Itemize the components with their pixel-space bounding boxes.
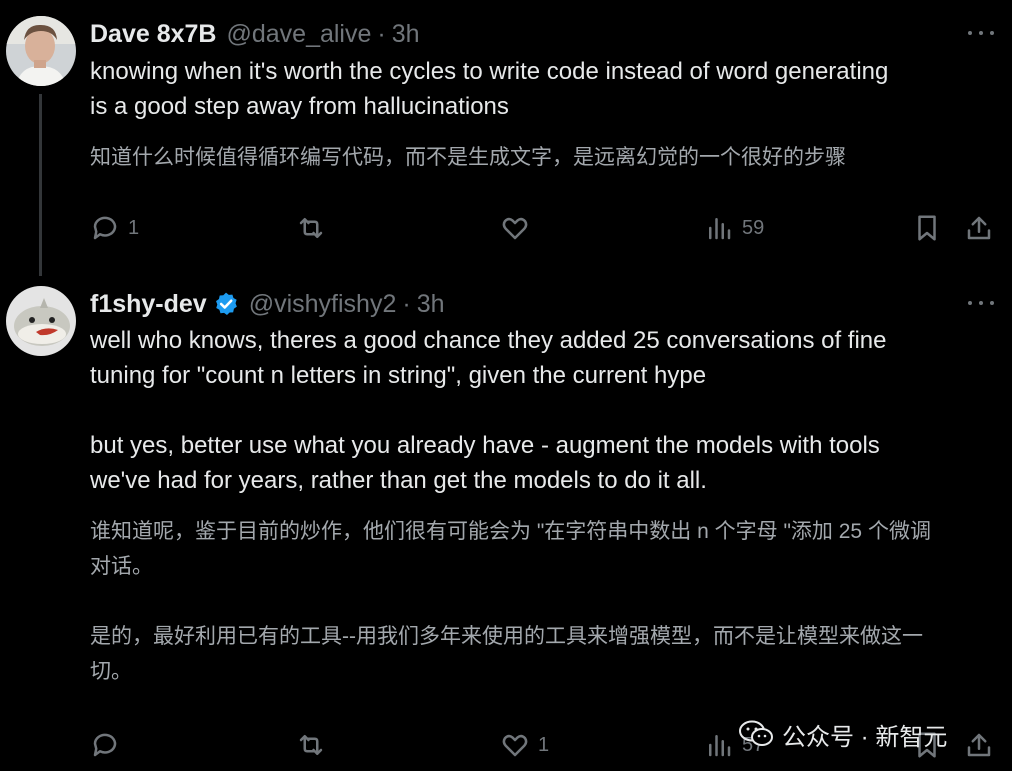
display-name[interactable]: f1shy-dev [90,290,207,319]
watermark: 公众号 · 新智元 [738,714,947,754]
translation-line: 切。 [90,660,132,683]
reply-icon [93,733,117,757]
heart-icon [502,734,528,757]
timestamp[interactable]: 3h [392,20,420,49]
views-count: 59 [742,216,765,239]
translation-line: 对话。 [90,555,153,578]
text-line: tuning for "count n letters in string", … [90,362,707,389]
display-name[interactable]: Dave 8x7B [90,20,216,49]
verified-badge-icon [213,291,239,317]
like-button[interactable] [500,208,538,248]
wechat-icon [739,720,773,746]
share-icon [967,733,991,757]
avatar[interactable] [6,16,76,86]
watermark-text: 公众号 · 新智元 [782,723,948,751]
share-button[interactable] [964,725,994,765]
bookmark-icon [918,215,936,241]
separator: · [377,19,386,48]
reply-button[interactable] [90,725,128,765]
translation-line [90,584,1002,619]
text-line: well who knows, theres a good chance the… [90,327,887,354]
user-handle[interactable]: @dave_alive [226,20,371,49]
views-icon [709,735,731,757]
reply-icon [93,216,117,240]
share-button[interactable] [964,208,994,248]
views-icon [709,218,731,240]
tweet-header: f1shy-dev @vishyfishy2 · 3h [90,288,445,320]
text-line: we've had for years, rather than get the… [90,467,707,494]
retweet-button[interactable] [296,208,334,248]
views-button[interactable]: 59 [704,208,764,248]
text-line [90,393,1002,428]
timestamp[interactable]: 3h [417,290,445,319]
user-handle[interactable]: @vishyfishy2 [249,290,397,319]
text-line: knowing when it's worth the cycles to wr… [90,58,889,85]
share-icon [967,216,991,240]
text-line: is a good step away from hallucinations [90,93,509,120]
separator: · [402,289,411,318]
more-options-icon[interactable] [968,26,994,40]
heart-icon [502,217,528,240]
retweet-button[interactable] [296,725,334,765]
translation-text: 谁知道呢，鉴于目前的炒作，他们很有可能会为 "在字符串中数出 n 个字母 "添加… [90,514,1002,689]
like-count: 1 [538,733,550,756]
more-options-icon[interactable] [968,296,994,310]
translation-line: 知道什么时候值得循环编写代码，而不是生成文字，是远离幻觉的一个很好的步骤 [90,146,846,169]
tweet-header: Dave 8x7B @dave_alive · 3h [90,18,420,50]
tweet-text: knowing when it's worth the cycles to wr… [90,54,1002,124]
translation-text: 知道什么时候值得循环编写代码，而不是生成文字，是远离幻觉的一个很好的步骤 [90,140,1002,175]
retweet-icon [299,735,323,755]
tweet-text: well who knows, theres a good chance the… [90,323,1002,498]
bookmark-button[interactable] [912,208,942,248]
tweet[interactable]: f1shy-dev @vishyfishy2 · 3h well who kno… [0,270,1012,771]
retweet-icon [299,218,323,238]
tweet[interactable]: Dave 8x7B @dave_alive · 3h knowing when … [0,0,1012,276]
avatar[interactable] [6,286,76,356]
reply-button[interactable]: 1 [90,208,139,248]
text-line: but yes, better use what you already hav… [90,432,880,459]
translation-line: 谁知道呢，鉴于目前的炒作，他们很有可能会为 "在字符串中数出 n 个字母 "添加… [90,520,931,543]
translation-line: 是的，最好利用已有的工具--用我们多年来使用的工具来增强模型，而不是让模型来做这… [90,625,923,648]
reply-count: 1 [128,216,140,239]
thread-connector [39,94,42,276]
like-button[interactable]: 1 [500,725,549,765]
action-bar: 1 59 [90,208,998,248]
